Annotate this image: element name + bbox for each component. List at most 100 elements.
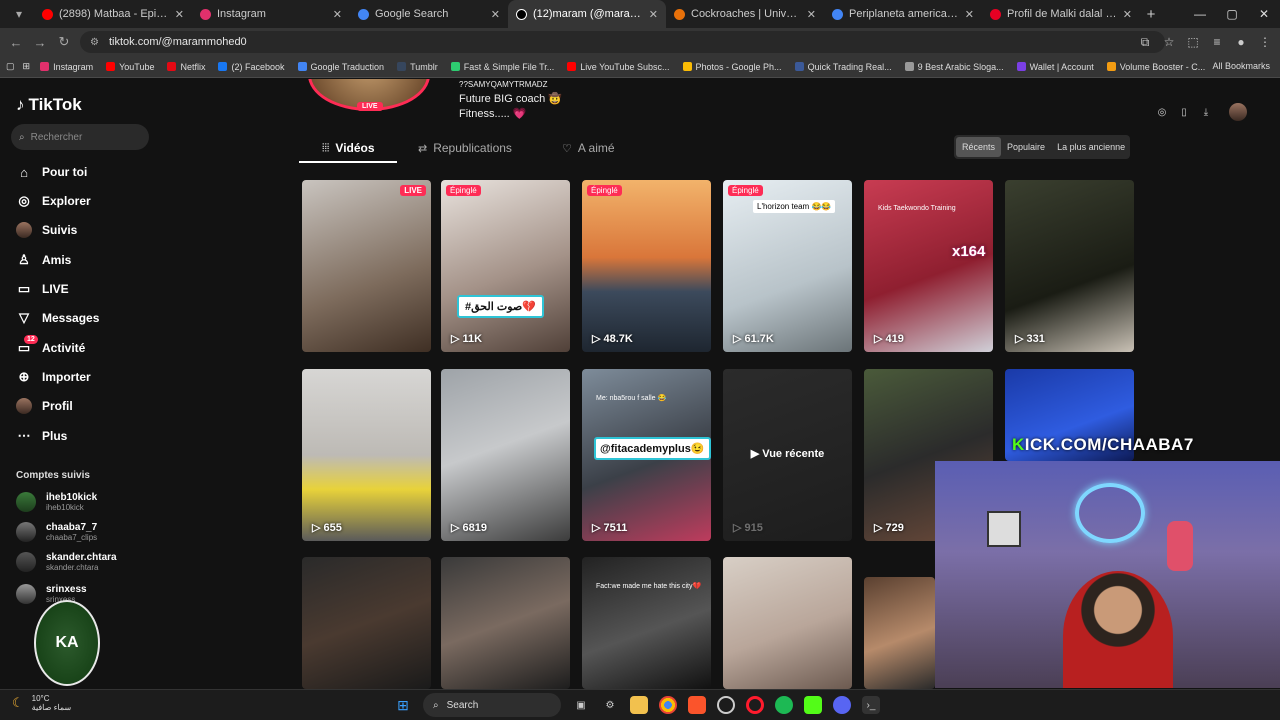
bookmark-item[interactable]: Netflix xyxy=(167,62,205,72)
sort-recent[interactable]: Récents xyxy=(956,137,1002,157)
url-field[interactable]: ⚙ tiktok.com/@marammohed0 xyxy=(80,31,1165,53)
chrome-icon[interactable] xyxy=(659,696,677,714)
bookmark-folder-icon[interactable]: ▢ xyxy=(6,61,15,72)
minimize-icon[interactable]: — xyxy=(1184,0,1216,28)
tab-liked[interactable]: ♡ A aimé xyxy=(562,141,615,155)
video-thumbnail[interactable]: Fact:we made me hate this city💔 xyxy=(582,557,711,689)
back-icon[interactable]: ← xyxy=(4,35,28,50)
sidebar-item-amis[interactable]: ♙ Amis xyxy=(16,252,71,268)
video-thumbnail[interactable] xyxy=(441,557,570,689)
bookmark-item[interactable]: Instagram xyxy=(40,62,93,72)
chrome-menu-icon[interactable]: ⋮ xyxy=(1258,35,1272,49)
browser-tab[interactable]: Cockroaches | University of Ma... ✕ xyxy=(666,0,824,28)
kick-app-icon[interactable] xyxy=(804,696,822,714)
sidebar-item-live[interactable]: ▭ LIVE xyxy=(16,281,69,297)
sidebar-item-profil[interactable]: Profil xyxy=(16,398,73,414)
media-icon[interactable]: ≡ xyxy=(1210,35,1224,49)
obs-icon[interactable] xyxy=(717,696,735,714)
tiktok-logo[interactable]: ♪ TikTok xyxy=(16,95,82,115)
video-thumbnail[interactable]: ▷ 655 xyxy=(302,369,431,541)
tab-close-icon[interactable]: ✕ xyxy=(491,8,500,21)
install-icon[interactable]: ⧉ xyxy=(1138,35,1152,50)
windows-start-icon[interactable]: ⊞ xyxy=(394,696,412,714)
tab-close-icon[interactable]: ✕ xyxy=(1123,8,1132,21)
followed-account[interactable]: skander.chtara skander.chtara xyxy=(16,552,117,572)
site-info-icon[interactable]: ⚙ xyxy=(90,37,99,48)
apps-grid-icon[interactable]: ⊞ xyxy=(23,61,31,72)
tab-close-icon[interactable]: ✕ xyxy=(333,8,342,21)
tab-videos[interactable]: ⦙⦙⦙ Vidéos xyxy=(322,141,375,155)
bookmark-item[interactable]: Quick Trading Real... xyxy=(794,62,892,72)
followed-account[interactable]: iheb10kick iheb10kick xyxy=(16,492,97,512)
download-icon[interactable]: ⤓ xyxy=(1198,104,1214,120)
bookmark-item[interactable]: (2) Facebook xyxy=(218,62,285,72)
bookmark-item[interactable]: Wallet | Account xyxy=(1016,62,1094,72)
sidebar-item-plus[interactable]: ⋯ Plus xyxy=(16,428,68,444)
video-thumbnail[interactable]: Kids Taekwondo Training ▷ 419 xyxy=(864,180,993,352)
video-thumbnail[interactable]: Épinglé ▷ 48.7K xyxy=(582,180,711,352)
task-view-icon[interactable]: ▣ xyxy=(572,696,590,714)
all-bookmarks[interactable]: All Bookmarks xyxy=(1212,61,1270,71)
tab-close-icon[interactable]: ✕ xyxy=(649,8,658,21)
video-thumbnail[interactable]: Épinglé #صوت الحق💔 ▷ 11K xyxy=(441,180,570,352)
sidebar-item-suivis[interactable]: Suivis xyxy=(16,222,77,238)
video-thumbnail[interactable]: ▷ 331 xyxy=(1005,180,1134,352)
profile-avatar-icon[interactable]: ● xyxy=(1234,35,1248,49)
window-menu-icon[interactable]: ▾ xyxy=(8,3,30,25)
extensions-icon[interactable]: ⬚ xyxy=(1186,35,1200,49)
tab-close-icon[interactable]: ✕ xyxy=(807,8,816,21)
bookmark-item[interactable]: Volume Booster - C... xyxy=(1106,62,1205,72)
sidebar-item-explorer[interactable]: ◎ Explorer xyxy=(16,193,90,209)
reload-icon[interactable]: ↻ xyxy=(52,34,76,50)
video-thumbnail[interactable] xyxy=(302,557,431,689)
browser-tab[interactable]: Profil de Malki dalal (malkidala... ✕ xyxy=(982,0,1140,28)
bookmark-item[interactable]: Photos - Google Ph... xyxy=(682,62,782,72)
file-explorer-icon[interactable] xyxy=(630,696,648,714)
video-thumbnail[interactable]: ▷ 6819 xyxy=(441,369,570,541)
sidebar-item-messages[interactable]: ▽ Messages xyxy=(16,310,99,326)
weather-widget[interactable]: ☾ 10°C سماء صافية xyxy=(12,694,71,712)
video-thumbnail[interactable]: @fitacademyplus😉 Me: nba5rou f salle 😂 ▷ 7… xyxy=(582,369,711,541)
bookmark-item[interactable]: Tumblr xyxy=(397,62,438,72)
tab-close-icon[interactable]: ✕ xyxy=(175,8,184,21)
bookmark-item[interactable]: Live YouTube Subsc... xyxy=(567,62,670,72)
bookmark-star-icon[interactable]: ☆ xyxy=(1162,35,1176,49)
terminal-icon[interactable]: ›_ xyxy=(862,696,880,714)
followed-account[interactable]: chaaba7_7 chaaba7_clips xyxy=(16,522,97,542)
video-thumbnail[interactable]: ▶ Vue récente ▷ 915 xyxy=(723,369,852,541)
search-input[interactable]: ⌕ Rechercher xyxy=(11,124,149,150)
spotify-icon[interactable] xyxy=(775,696,793,714)
video-thumbnail[interactable]: LIVE xyxy=(302,180,431,352)
opera-icon[interactable] xyxy=(746,696,764,714)
discord-icon[interactable] xyxy=(833,696,851,714)
bookmark-item[interactable]: 9 Best Arabic Sloga... xyxy=(904,62,1004,72)
bookmark-item[interactable]: Google Traduction xyxy=(297,62,384,72)
maximize-icon[interactable]: ▢ xyxy=(1216,0,1248,28)
browser-tab[interactable]: Instagram ✕ xyxy=(192,0,350,28)
browser-tab[interactable]: Google Search ✕ xyxy=(350,0,508,28)
tab-close-icon[interactable]: ✕ xyxy=(965,8,974,21)
tab-reposts[interactable]: ⇄ Republications xyxy=(418,141,512,155)
video-thumbnail[interactable] xyxy=(864,577,935,689)
new-tab-button[interactable]: + xyxy=(1140,6,1162,23)
taskbar-search[interactable]: ⌕ Search xyxy=(423,693,561,717)
video-thumbnail[interactable] xyxy=(723,557,852,689)
forward-icon[interactable]: → xyxy=(28,35,52,50)
bookmark-item[interactable]: YouTube xyxy=(106,62,154,72)
close-icon[interactable]: ✕ xyxy=(1248,0,1280,28)
user-avatar-icon[interactable] xyxy=(1229,103,1247,121)
settings-icon[interactable]: ⚙ xyxy=(601,696,619,714)
sort-oldest[interactable]: La plus ancienne xyxy=(1051,137,1131,157)
brave-icon[interactable] xyxy=(688,696,706,714)
sidebar-item-importer[interactable]: ⊕ Importer xyxy=(16,369,91,385)
sidebar-item-activité[interactable]: ▭ 12 Activité xyxy=(16,335,85,356)
bookmark-item[interactable]: Fast & Simple File Tr... xyxy=(450,62,554,72)
browser-tab[interactable]: Periplaneta americana - Google... ✕ xyxy=(824,0,982,28)
browser-tab[interactable]: (12)maram (@marammohed0) ✕ xyxy=(508,0,666,28)
coin-icon[interactable]: ◎ xyxy=(1154,104,1170,120)
video-thumbnail[interactable]: Épinglé L'horizon team 😂😂 ▷ 61.7K xyxy=(723,180,852,352)
sidebar-item-pour-toi[interactable]: ⌂ Pour toi xyxy=(16,164,87,180)
sort-popular[interactable]: Populaire xyxy=(1001,137,1051,157)
device-icon[interactable]: ▯ xyxy=(1176,104,1192,120)
browser-tab[interactable]: (2898) Matbaa - Episode 2 | 2 ... ✕ xyxy=(34,0,192,28)
